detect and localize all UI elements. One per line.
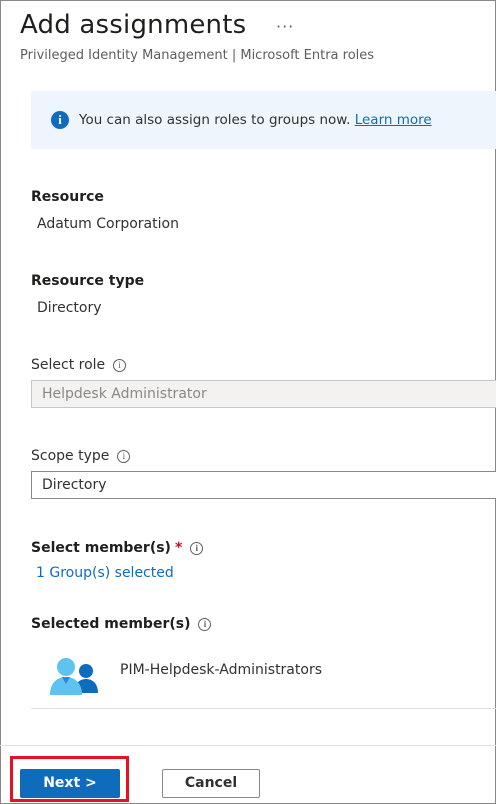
select-members-label: Select member(s) * i [31, 540, 204, 556]
info-banner-text: You can also assign roles to groups now.… [79, 112, 432, 128]
selected-member-name: PIM-Helpdesk-Administrators [120, 662, 322, 678]
select-role-field: Helpdesk Administrator [31, 380, 496, 408]
resource-type-value: Directory [37, 300, 102, 316]
scope-type-label: Scope type i [31, 448, 131, 464]
scope-type-text: Scope type [31, 448, 110, 464]
resource-type-label: Resource type [31, 273, 145, 289]
info-icon: i [51, 111, 69, 129]
selected-members-label: Selected member(s) i [31, 616, 212, 632]
info-banner-message: You can also assign roles to groups now. [79, 112, 351, 128]
selected-members-text: Selected member(s) [31, 616, 191, 632]
selected-members-info-icon[interactable]: i [198, 618, 212, 631]
page-subtitle: Privileged Identity Management | Microso… [20, 48, 375, 63]
learn-more-link[interactable]: Learn more [355, 112, 432, 128]
select-members-link[interactable]: 1 Group(s) selected [36, 565, 174, 581]
page-title: Add assignments [20, 10, 247, 40]
info-banner: i You can also assign roles to groups no… [31, 91, 496, 149]
scope-type-info-icon[interactable]: i [117, 450, 131, 463]
more-options-button[interactable]: ··· [276, 17, 294, 36]
select-members-text: Select member(s) [31, 540, 171, 556]
resource-label: Resource [31, 189, 104, 205]
resource-value: Adatum Corporation [37, 216, 179, 232]
required-marker: * [174, 540, 183, 556]
scope-type-dropdown[interactable]: Directory [31, 471, 496, 499]
select-role-label: Select role i [31, 357, 127, 373]
cancel-button[interactable]: Cancel [162, 769, 260, 798]
select-role-text: Select role [31, 357, 106, 373]
select-members-info-icon[interactable]: i [190, 542, 204, 555]
footer-divider [0, 745, 496, 746]
select-role-info-icon[interactable]: i [113, 359, 127, 372]
next-button[interactable]: Next > [20, 769, 120, 798]
members-divider [31, 708, 496, 709]
group-icon [50, 658, 98, 695]
